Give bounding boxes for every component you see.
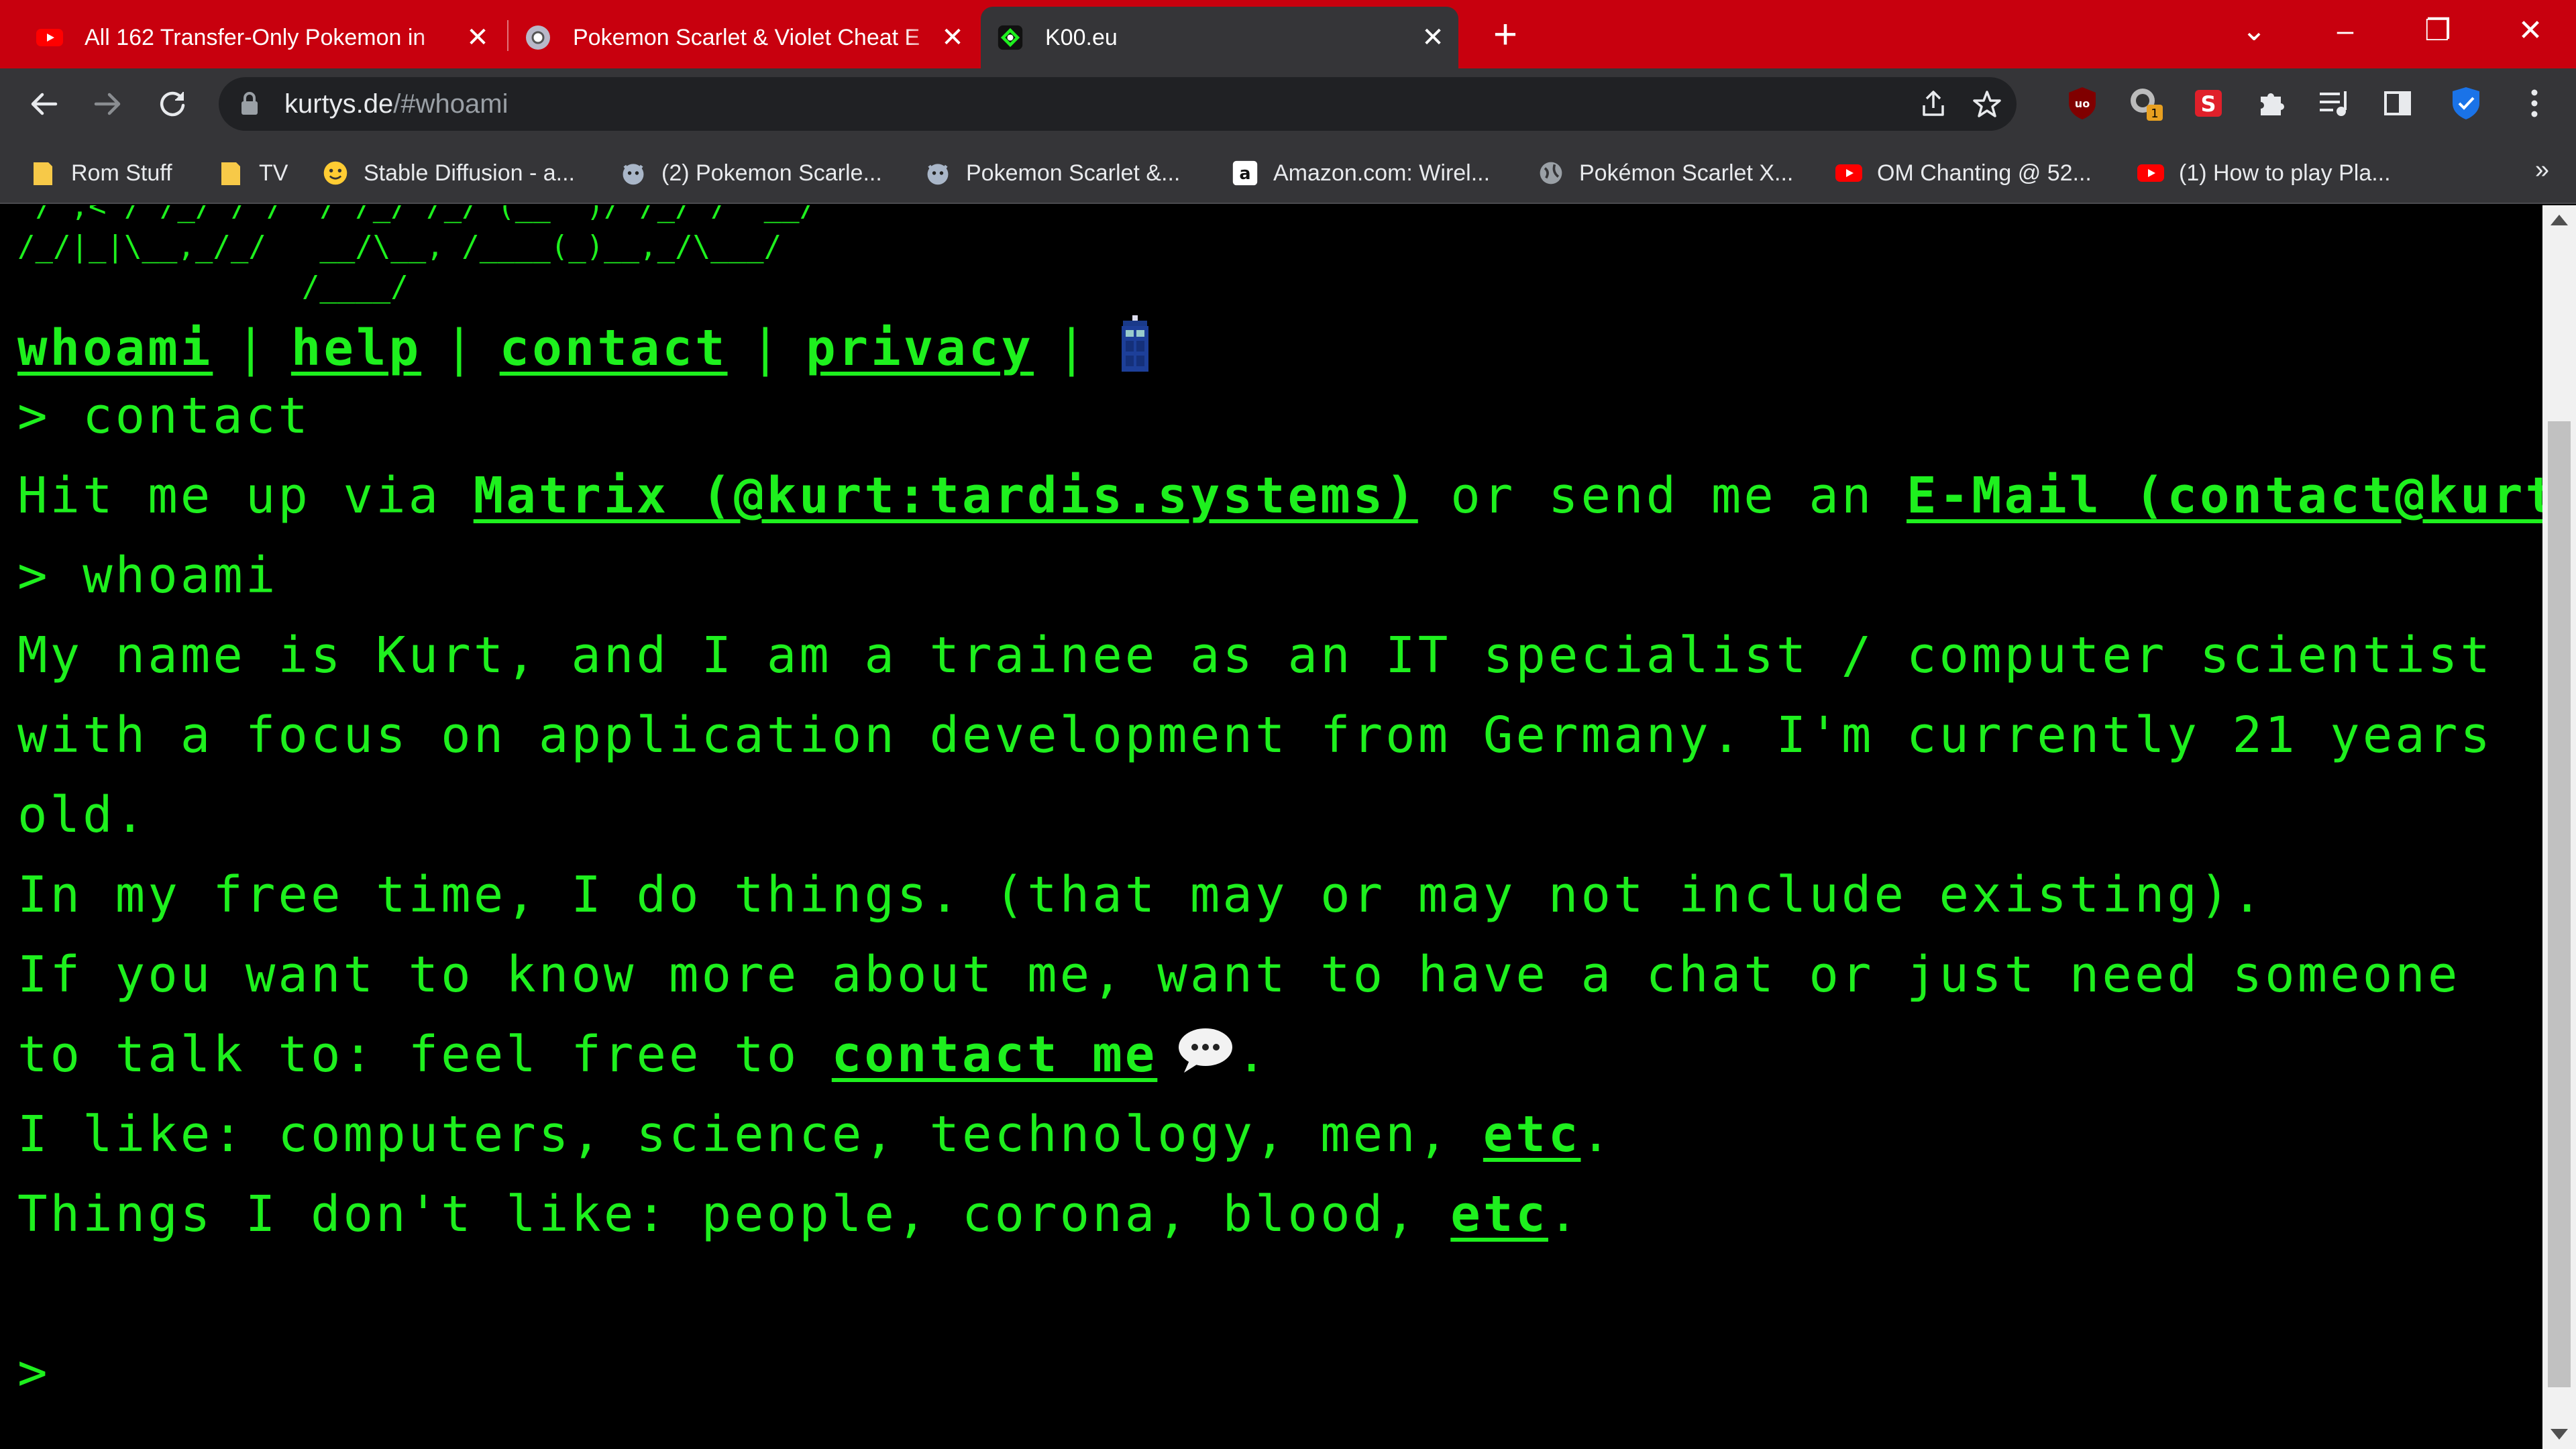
k00-icon [997,24,1024,51]
extensions-puzzle-icon[interactable] [2251,83,2292,123]
svg-text:uo: uo [2075,97,2090,110]
lock-icon[interactable] [239,91,260,117]
bookmarks-overflow-button[interactable]: » [2535,156,2549,184]
bookmark-tv[interactable]: TV [217,154,288,192]
nav-menu: whoami | help | contact | privacy | [17,315,1151,387]
address-bar[interactable]: kurtys.de/#whoami [219,77,2017,131]
dislikes-line: Things I don't like: people, corona, blo… [17,1185,1581,1243]
prompt-whoami: > whoami [17,547,278,604]
tab-search-button[interactable]: ⌄ [2227,11,2281,51]
vertical-scrollbar[interactable] [2542,205,2576,1449]
bookmark-rom-stuff[interactable]: Rom Stuff [30,154,172,192]
likes-line: I like: computers, science, technology, … [17,1106,1614,1163]
media-controls-icon[interactable] [2314,83,2355,123]
new-tab-button[interactable]: + [1485,14,1525,56]
ascii-logo: / ,< / /_/ / / / /_/ /_/ (__ )/ /_/ / __… [17,205,818,304]
url-host: kurtys.de [284,89,394,119]
tab-close-icon[interactable]: ✕ [938,22,967,53]
more-line: If you want to know more about me, want … [17,946,2461,1004]
back-arrow-icon [31,93,58,115]
contact-line: Hit me up via Matrix (@kurt:tardis.syste… [17,464,2542,528]
bookmark-om-chanting[interactable]: OM Chanting @ 52... [1835,154,2092,192]
bio-line: with a focus on application development … [17,706,2493,764]
back-button[interactable] [21,82,66,126]
bookmark-amazon[interactable]: a Amazon.com: Wirel... [1232,154,1490,192]
forward-button[interactable] [86,82,130,126]
tab-title: K00.eu [1045,24,1118,50]
tab-transfer-only-pokemon[interactable]: All 162 Transfer-Only Pokemon in ✕ [20,7,503,68]
extension-badge-icon[interactable]: 1 [2125,83,2165,123]
bookmarks-bar: Rom Stuff TV Stable Diffusion - a... (2)… [0,140,2576,204]
youtube-icon [36,24,63,51]
contact-me-link[interactable]: contact me [832,1026,1158,1083]
share-icon[interactable] [1917,88,1949,120]
scrollbar-thumb[interactable] [2548,421,2571,1387]
restore-button[interactable]: ❐ [2411,11,2465,51]
youtube-icon [1835,160,1862,186]
tab-title: Pokemon Scarlet & Violet Cheat E [573,24,920,50]
nav-privacy-link[interactable]: privacy [806,319,1034,377]
folder-icon [30,160,56,186]
close-window-button[interactable]: ✕ [2504,11,2557,51]
minimize-button[interactable]: – [2318,11,2372,51]
email-link[interactable]: E-Mail (contact@kurtys.de) [1907,467,2542,525]
tab-close-icon[interactable]: ✕ [1418,22,1448,53]
globe-icon [1538,160,1564,186]
dislikes-etc-link[interactable]: etc [1450,1185,1548,1243]
speech-bubble-icon [1177,1025,1234,1089]
side-panel-icon[interactable] [2377,83,2418,123]
ublock-icon[interactable]: uo [2062,83,2102,123]
more-line: to talk to: feel free to contact me. [17,1022,1269,1089]
bookmark-star-icon[interactable] [1971,88,2003,120]
scroll-up-arrow-icon[interactable] [2551,215,2568,225]
free-time-line: In my free time, I do things. (that may … [17,866,2265,924]
pokeball-icon [525,24,551,51]
folder-icon [217,160,244,186]
tab-close-icon[interactable]: ✕ [463,22,492,53]
amazon-icon: a [1232,160,1258,186]
url-text[interactable]: kurtys.de/#whoami [284,89,508,119]
hugging-face-icon [322,160,349,186]
nav-separator: | [444,319,477,378]
nav-separator: | [750,319,784,378]
s-extension-icon[interactable]: S [2188,83,2229,123]
reload-button[interactable] [150,82,195,126]
url-path: /#whoami [393,89,508,119]
tab-k00-eu[interactable]: K00.eu ✕ [981,7,1458,68]
likes-etc-link[interactable]: etc [1483,1106,1581,1163]
tab-strip: All 162 Transfer-Only Pokemon in ✕ Pokem… [0,0,2576,68]
youtube-icon [2137,160,2164,186]
svg-text:a: a [1239,164,1250,184]
bitwarden-shield-icon[interactable] [2446,83,2486,123]
command-prompt[interactable]: > [17,1340,50,1405]
prompt-contact: > contact [17,387,311,445]
browser-toolbar: kurtys.de/#whoami uo 1 S [0,68,2576,140]
browser-menu-icon[interactable] [2514,83,2555,123]
tab-pokemon-cheat[interactable]: Pokemon Scarlet & Violet Cheat E ✕ [508,7,978,68]
bookmark-stable-diffusion[interactable]: Stable Diffusion - a... [322,154,575,192]
nav-contact-link[interactable]: contact [500,319,728,377]
pokemon-icon [620,160,647,186]
forward-arrow-icon [94,93,121,115]
bookmark-pokemon-scarlet-x[interactable]: Pokémon Scarlet X... [1538,154,1793,192]
bio-line: old. [17,786,148,844]
bookmark-pokemon-scarlet-2[interactable]: Pokemon Scarlet &... [924,154,1180,192]
matrix-link[interactable]: Matrix (@kurt:tardis.systems) [474,467,1418,525]
nav-separator: | [235,319,268,378]
nav-separator: | [1056,319,1089,378]
web-page: / ,< / /_/ / / / /_/ /_/ (__ )/ /_/ / __… [0,205,2542,1449]
nav-help-link[interactable]: help [291,319,421,377]
reload-icon [160,91,185,117]
tardis-icon[interactable] [1119,315,1151,387]
bookmark-how-to-play[interactable]: (1) How to play Pla... [2137,154,2391,192]
svg-text:S: S [2200,91,2216,117]
tab-title: All 162 Transfer-Only Pokemon in [85,24,426,50]
bookmark-pokemon-scarlet-1[interactable]: (2) Pokemon Scarle... [620,154,882,192]
bio-line: My name is Kurt, and I am a trainee as a… [17,627,2493,684]
scroll-down-arrow-icon[interactable] [2551,1429,2568,1440]
nav-whoami-link[interactable]: whoami [17,319,213,377]
svg-text:1: 1 [2151,107,2158,121]
pokemon-icon [924,160,951,186]
